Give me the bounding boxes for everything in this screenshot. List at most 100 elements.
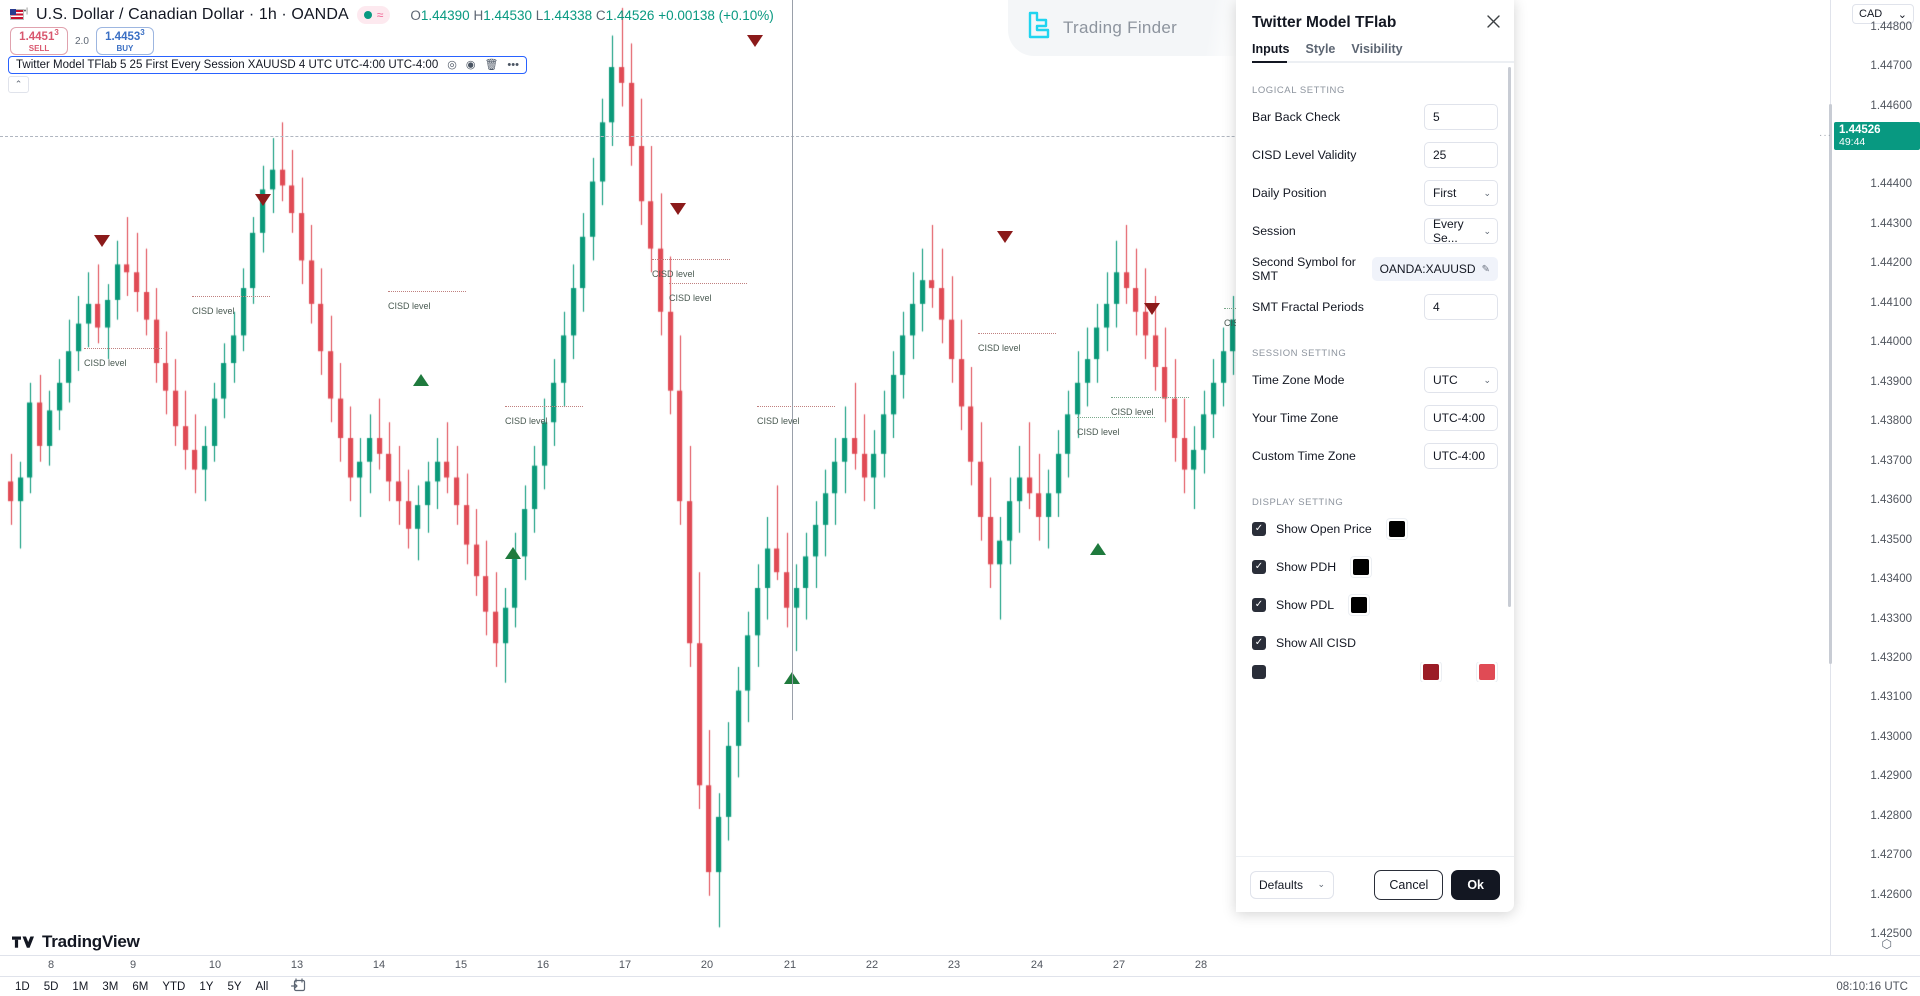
timeframe-5y[interactable]: 5Y bbox=[220, 979, 248, 995]
timeframe-all[interactable]: All bbox=[249, 979, 276, 995]
color-swatch bbox=[1479, 664, 1495, 680]
show-open-price-checkbox[interactable]: ✓ bbox=[1252, 522, 1266, 536]
brand-watermark: Trading Finder bbox=[1008, 0, 1238, 56]
current-price-badge[interactable]: 1.44526 49:44 bbox=[1834, 121, 1920, 150]
timeframe-1m[interactable]: 1M bbox=[65, 979, 95, 995]
daily-position-value: First bbox=[1433, 186, 1457, 200]
time-tick: 8 bbox=[47, 959, 55, 971]
bottom-toolbar[interactable]: 1D 5D 1M 3M 6M YTD 1Y 5Y All 08:10:16 UTC bbox=[0, 977, 1920, 996]
time-zone-mode-select[interactable]: UTC ⌄ bbox=[1424, 367, 1498, 393]
your-time-zone-input[interactable]: UTC-4:00 bbox=[1424, 405, 1498, 431]
sell-button[interactable]: 1.44513 SELL bbox=[10, 27, 68, 55]
second-symbol-input[interactable]: OANDA:XAUUSD ✎ bbox=[1371, 257, 1498, 281]
indicator-settings-dialog[interactable]: Twitter Model TFlab Inputs Style Visibil… bbox=[1236, 0, 1514, 912]
time-axis[interactable]: 8 9 10 13 14 15 16 17 20 21 22 23 24 27 28 bbox=[0, 955, 1920, 977]
tradingview-brand[interactable]: TradingView bbox=[12, 932, 140, 952]
price-tick: 1.43700 bbox=[1870, 454, 1912, 467]
tradingview-logo-icon bbox=[12, 935, 36, 949]
dialog-scrollbar[interactable] bbox=[1508, 67, 1511, 607]
show-pdh-label: Show PDH bbox=[1276, 560, 1337, 574]
field-bar-back-check[interactable]: Bar Back Check 5 bbox=[1252, 98, 1498, 136]
session-select[interactable]: Every Se... ⌄ bbox=[1424, 217, 1498, 245]
bearish-signal-marker bbox=[255, 194, 271, 206]
time-zone-mode-value: UTC bbox=[1433, 373, 1458, 387]
cancel-button[interactable]: Cancel bbox=[1374, 869, 1444, 900]
buy-button[interactable]: 1.44533 BUY bbox=[95, 27, 154, 55]
field-second-symbol[interactable]: Second Symbol for SMT OANDA:XAUUSD ✎ bbox=[1252, 250, 1498, 288]
time-tick: 24 bbox=[1030, 959, 1044, 971]
defaults-label: Defaults bbox=[1259, 877, 1304, 892]
defaults-button[interactable]: Defaults ⌄ bbox=[1250, 870, 1334, 899]
indicator-title[interactable]: Twitter Model TFlab 5 25 First Every Ses… bbox=[16, 59, 438, 71]
trade-buttons[interactable]: 1.44513 SELL 2.0 1.44533 BUY bbox=[10, 27, 154, 55]
timeframe-group[interactable]: 1D 5D 1M 3M 6M YTD 1Y 5Y All bbox=[0, 979, 275, 995]
market-status-chip[interactable]: ≈ bbox=[356, 6, 391, 24]
dialog-body[interactable]: LOGICAL SETTING Bar Back Check 5 CISD Le… bbox=[1236, 63, 1514, 856]
dialog-footer[interactable]: Defaults ⌄ Cancel Ok bbox=[1236, 856, 1514, 912]
daily-position-select[interactable]: First ⌄ bbox=[1424, 180, 1498, 206]
indicator-settings-icon[interactable]: ◉ bbox=[466, 59, 476, 71]
chevron-up-icon[interactable]: ⌃ bbox=[8, 76, 29, 93]
indicator-legend-bar[interactable]: Twitter Model TFlab 5 25 First Every Ses… bbox=[8, 56, 527, 74]
price-axis[interactable]: CAD ⌄ 1.44800 1.44700 1.44600 1.44400 1.4430… bbox=[1819, 0, 1920, 955]
ok-button[interactable]: Ok bbox=[1451, 869, 1500, 900]
price-tick: 1.43900 bbox=[1870, 375, 1912, 388]
bullish-signal-marker bbox=[413, 374, 429, 386]
price-axis-scrollbar[interactable] bbox=[1829, 104, 1832, 664]
bar-back-check-input[interactable]: 5 bbox=[1424, 104, 1498, 130]
field-time-zone-mode[interactable]: Time Zone Mode UTC ⌄ bbox=[1252, 361, 1498, 399]
row-show-pdh[interactable]: ✓ Show PDH bbox=[1252, 548, 1498, 586]
eye-icon[interactable]: ◎ bbox=[447, 59, 457, 71]
timeframe-1d[interactable]: 1D bbox=[8, 979, 37, 995]
price-tick: 1.44000 bbox=[1870, 336, 1912, 349]
custom-time-zone-input[interactable]: UTC-4:00 bbox=[1424, 443, 1498, 469]
field-custom-time-zone[interactable]: Custom Time Zone UTC-4:00 bbox=[1252, 437, 1498, 475]
field-your-time-zone[interactable]: Your Time Zone UTC-4:00 bbox=[1252, 399, 1498, 437]
symbol-title[interactable]: U.S. Dollar / Canadian Dollar · 1h · OAN… bbox=[36, 6, 349, 24]
row-show-all-cisd[interactable]: ✓ Show All CISD bbox=[1252, 624, 1498, 662]
field-daily-position[interactable]: Daily Position First ⌄ bbox=[1252, 174, 1498, 212]
smt-fractal-periods-input[interactable]: 4 bbox=[1424, 294, 1498, 320]
color-swatch bbox=[1388, 521, 1405, 537]
timeframe-5d[interactable]: 5D bbox=[37, 979, 66, 995]
cisd-level-label: CISD level bbox=[388, 301, 431, 311]
trash-icon[interactable]: 🗑 bbox=[484, 59, 498, 71]
bar-back-check-label: Bar Back Check bbox=[1252, 110, 1341, 124]
show-open-price-color-button[interactable] bbox=[1385, 518, 1408, 540]
tab-inputs[interactable]: Inputs bbox=[1252, 42, 1290, 63]
partial-color-a-button[interactable] bbox=[1420, 662, 1442, 682]
tab-style[interactable]: Style bbox=[1306, 42, 1336, 63]
timeframe-6m[interactable]: 6M bbox=[125, 979, 155, 995]
section-session-setting: SESSION SETTING bbox=[1252, 348, 1347, 359]
field-cisd-level-validity[interactable]: CISD Level Validity 25 bbox=[1252, 136, 1498, 174]
close-icon[interactable] bbox=[1484, 12, 1502, 30]
goto-date-icon[interactable] bbox=[285, 977, 312, 996]
show-pdl-checkbox[interactable]: ✓ bbox=[1252, 598, 1266, 612]
timeframe-3m[interactable]: 3M bbox=[95, 979, 125, 995]
cisd-level-label: CISD level bbox=[1111, 407, 1154, 417]
tab-visibility[interactable]: Visibility bbox=[1351, 42, 1402, 63]
partial-checkbox[interactable] bbox=[1252, 665, 1266, 679]
show-all-cisd-checkbox[interactable]: ✓ bbox=[1252, 636, 1266, 650]
row-show-pdl[interactable]: ✓ Show PDL bbox=[1252, 586, 1498, 624]
show-pdh-checkbox[interactable]: ✓ bbox=[1252, 560, 1266, 574]
field-smt-fractal-periods[interactable]: SMT Fractal Periods 4 bbox=[1252, 288, 1498, 326]
row-show-open-price[interactable]: ✓ Show Open Price bbox=[1252, 510, 1498, 548]
pencil-icon[interactable]: ✎ bbox=[1482, 264, 1490, 275]
cisd-level-validity-input[interactable]: 25 bbox=[1424, 142, 1498, 168]
field-session[interactable]: Session Every Se... ⌄ bbox=[1252, 212, 1498, 250]
price-tick: 1.43300 bbox=[1870, 612, 1912, 625]
more-options-icon[interactable]: ••• bbox=[507, 59, 519, 71]
price-tick: 1.43400 bbox=[1870, 573, 1912, 586]
show-pdh-color-button[interactable] bbox=[1350, 556, 1373, 578]
show-pdl-color-button[interactable] bbox=[1348, 594, 1371, 616]
row-partial-clipped[interactable] bbox=[1252, 662, 1498, 682]
price-axis-settings-icon[interactable]: ⬡ bbox=[1882, 937, 1892, 951]
timeframe-1y[interactable]: 1Y bbox=[192, 979, 220, 995]
dialog-tabs[interactable]: Inputs Style Visibility bbox=[1236, 32, 1514, 63]
time-tick: 16 bbox=[536, 959, 550, 971]
timeframe-ytd[interactable]: YTD bbox=[155, 979, 192, 995]
price-tick: 1.43600 bbox=[1870, 494, 1912, 507]
partial-color-b-button[interactable] bbox=[1476, 662, 1498, 682]
show-all-cisd-label: Show All CISD bbox=[1276, 636, 1356, 650]
